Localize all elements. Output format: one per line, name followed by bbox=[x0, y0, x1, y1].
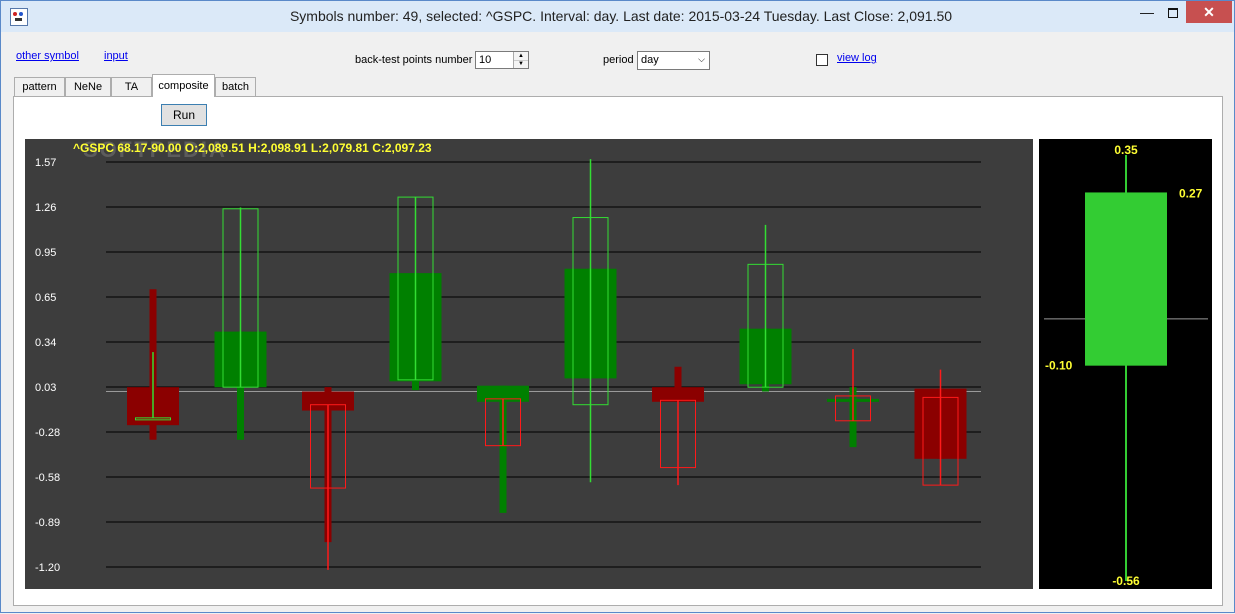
side-close-label: 0.27 bbox=[1179, 186, 1203, 200]
y-tick-label: -0.89 bbox=[35, 517, 60, 529]
y-tick-label: 1.26 bbox=[35, 202, 56, 214]
tab-composite[interactable]: composite bbox=[152, 74, 215, 97]
side-high-label: 0.35 bbox=[1114, 143, 1138, 157]
y-tick-label: 0.03 bbox=[35, 382, 56, 394]
y-tick-label: 1.57 bbox=[35, 157, 56, 169]
y-tick-label: -0.28 bbox=[35, 427, 60, 439]
y-tick-label: 0.34 bbox=[35, 337, 56, 349]
main-window: Symbols number: 49, selected: ^GSPC. Int… bbox=[0, 0, 1235, 613]
y-tick-label: -0.58 bbox=[35, 472, 60, 484]
chart-header-ohlc: ^GSPC 68.17-90.00 O:2,089.51 H:2,098.91 … bbox=[73, 141, 432, 155]
y-tick-label: 0.65 bbox=[35, 292, 56, 304]
side-open-label: -0.10 bbox=[1045, 359, 1073, 373]
side-low-label: -0.56 bbox=[1112, 574, 1140, 588]
y-tick-label: -1.20 bbox=[35, 562, 60, 574]
side-candle-body bbox=[1085, 192, 1167, 366]
y-tick-label: 0.95 bbox=[35, 247, 56, 259]
candle-body bbox=[652, 387, 704, 402]
